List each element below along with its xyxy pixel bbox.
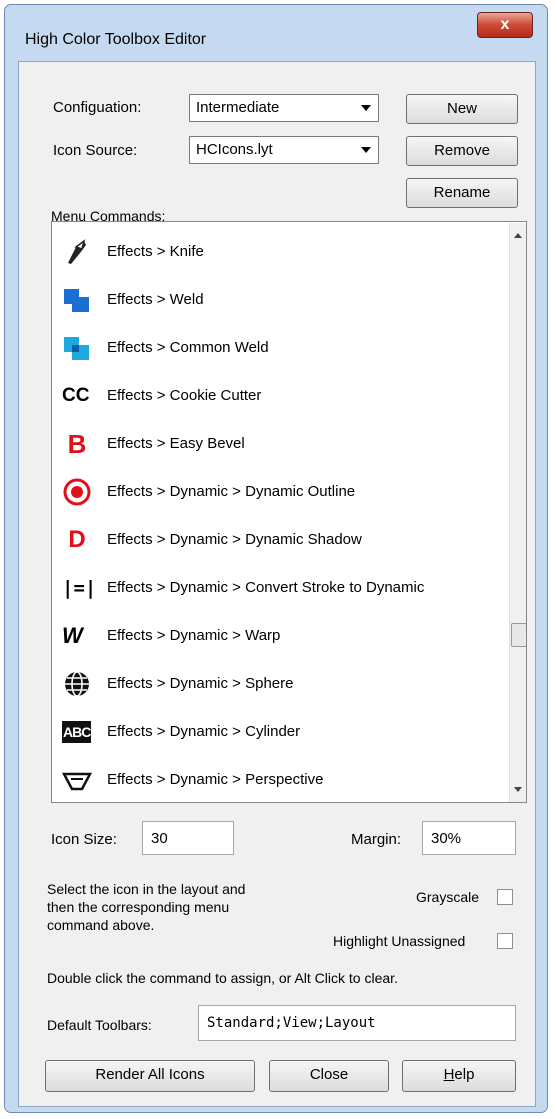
list-item-label: Effects > Dynamic > Perspective (107, 771, 324, 788)
list-item-label: Effects > Dynamic > Dynamic Outline (107, 483, 356, 500)
list-item-label: Effects > Easy Bevel (107, 435, 245, 452)
icon-source-label: Icon Source: (53, 142, 138, 159)
cylinder-icon: ABC (62, 717, 92, 747)
icon-size-value: 30 (151, 830, 168, 847)
list-item-label: Effects > Common Weld (107, 339, 269, 356)
scroll-down-icon[interactable] (514, 787, 522, 792)
icon-size-input[interactable]: 30 (142, 821, 234, 855)
list-item-label: Effects > Dynamic > Warp (107, 627, 281, 644)
chevron-down-icon (361, 147, 371, 153)
cylinder-glyph: ABC (62, 721, 91, 743)
weld-icon (64, 289, 89, 312)
knife-icon (68, 239, 86, 264)
list-item[interactable]: ABC Effects > Dynamic > Cylinder (52, 709, 492, 757)
configuration-value: Intermediate (196, 99, 280, 116)
dialog-window: High Color Toolbox Editor x Configuation… (4, 4, 548, 1113)
list-item-label: Effects > Knife (107, 243, 204, 260)
help-button[interactable]: Help (402, 1060, 516, 1092)
icon-size-label: Icon Size: (51, 831, 117, 848)
scrollbar-thumb[interactable] (511, 623, 526, 647)
highlight-unassigned-checkbox[interactable] (497, 933, 513, 949)
list-item-label: Effects > Dynamic > Sphere (107, 675, 294, 692)
list-item[interactable]: Effects > Weld (52, 277, 492, 325)
dynamic-outline-icon (63, 478, 91, 506)
list-item[interactable]: Effects > Dynamic > Perspective (52, 757, 492, 802)
configuration-dropdown[interactable]: Intermediate (189, 94, 379, 122)
instructions-text: Select the icon in the layout and then t… (47, 880, 245, 934)
list-scrollbar[interactable] (509, 223, 526, 802)
list-item[interactable]: Effects > Dynamic > Sphere (52, 661, 492, 709)
list-item[interactable]: Effects > Dynamic > Dynamic Outline (52, 469, 492, 517)
list-item-label: Effects > Dynamic > Convert Stroke to Dy… (107, 579, 425, 596)
configuration-label: Configuation: (53, 99, 142, 116)
window-title: High Color Toolbox Editor (25, 31, 207, 48)
dynamic-shadow-glyph: D (68, 526, 86, 553)
list-item-label: Effects > Weld (107, 291, 204, 308)
title-bar[interactable]: High Color Toolbox Editor x (5, 5, 547, 57)
assign-hint: Double click the command to assign, or A… (47, 970, 398, 986)
help-label: elp (454, 1066, 475, 1083)
default-toolbars-label: Default Toolbars: (47, 1017, 152, 1033)
list-item[interactable]: B Effects > Easy Bevel (52, 421, 492, 469)
highlight-unassigned-label: Highlight Unassigned (333, 933, 466, 949)
cookie-cutter-icon: CC (62, 381, 92, 411)
remove-button[interactable]: Remove (406, 136, 518, 166)
list-item-label: Effects > Cookie Cutter (107, 387, 262, 404)
grayscale-label: Grayscale (416, 889, 480, 905)
margin-label: Margin: (351, 831, 402, 848)
grayscale-checkbox[interactable] (497, 889, 513, 905)
warp-glyph: W (62, 623, 83, 648)
warp-icon: W (62, 621, 92, 651)
sphere-icon (65, 671, 89, 697)
new-button[interactable]: New (406, 94, 518, 124)
perspective-icon (62, 772, 92, 791)
scroll-up-icon[interactable] (514, 233, 522, 238)
chevron-down-icon (361, 105, 371, 111)
icon-source-dropdown[interactable]: HCIcons.lyt (189, 136, 379, 164)
instruction-line: Select the icon in the layout and (47, 881, 246, 897)
easy-bevel-icon: B (62, 429, 92, 459)
default-toolbars-input[interactable]: Standard;View;Layout (198, 1005, 516, 1041)
list-item[interactable]: W Effects > Dynamic > Warp (52, 613, 492, 661)
list-item[interactable]: Effects > Knife (52, 229, 492, 277)
dynamic-shadow-icon: D (62, 525, 92, 555)
instruction-line: then the corresponding menu (47, 899, 230, 915)
list-item[interactable]: CC Effects > Cookie Cutter (52, 373, 492, 421)
list-item-label: Effects > Dynamic > Cylinder (107, 723, 301, 740)
close-button[interactable]: Close (269, 1060, 389, 1092)
icon-source-value: HCIcons.lyt (196, 141, 273, 158)
list-item[interactable]: D Effects > Dynamic > Dynamic Shadow (52, 517, 492, 565)
cookie-cutter-glyph: CC (62, 385, 90, 406)
common-weld-icon (64, 337, 89, 360)
rename-button[interactable]: Rename (406, 178, 518, 208)
convert-stroke-glyph: |=| (62, 577, 97, 599)
render-all-icons-button[interactable]: Render All Icons (45, 1060, 255, 1092)
close-window-button[interactable]: x (477, 12, 533, 38)
list-item-label: Effects > Dynamic > Dynamic Shadow (107, 531, 362, 548)
margin-input[interactable]: 30% (422, 821, 516, 855)
easy-bevel-glyph: B (67, 429, 87, 459)
convert-stroke-icon: |=| (62, 573, 96, 603)
menu-commands-list[interactable]: Effects > Knife Effects > Weld Effects >… (51, 221, 527, 803)
list-item[interactable]: |=| Effects > Dynamic > Convert Stroke t… (52, 565, 492, 613)
help-mnemonic: H (443, 1066, 455, 1083)
list-item[interactable]: Effects > Common Weld (52, 325, 492, 373)
default-toolbars-value: Standard;View;Layout (207, 1015, 376, 1031)
margin-value: 30% (431, 830, 462, 847)
instruction-line: command above. (47, 917, 155, 933)
